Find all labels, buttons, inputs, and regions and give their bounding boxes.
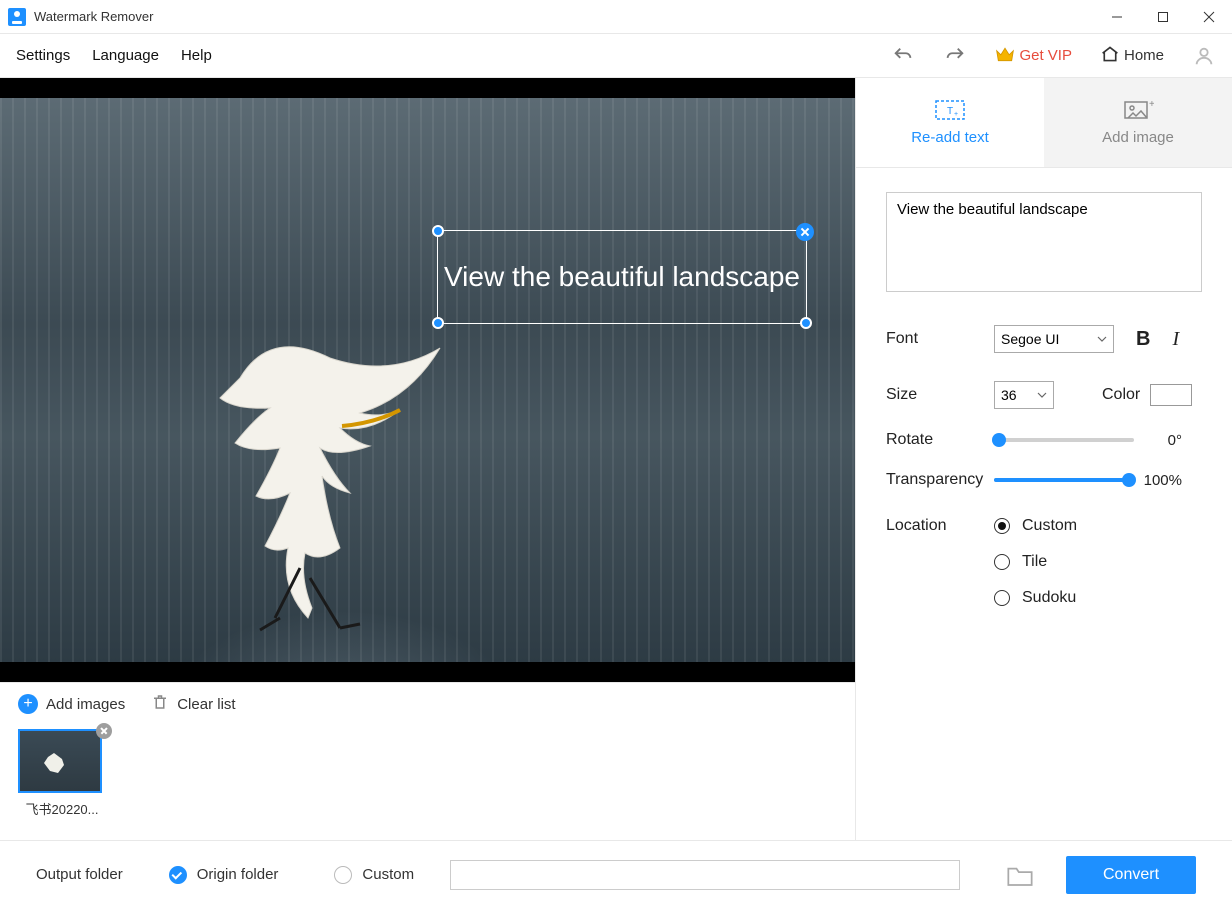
thumbnail-strip: + Add images Clear list 飞书20220... <box>0 682 855 840</box>
app-title: Watermark Remover <box>34 9 153 24</box>
trash-icon <box>151 693 169 715</box>
thumbnail-remove-button[interactable] <box>96 723 112 739</box>
color-swatch[interactable] <box>1150 384 1192 406</box>
transparency-slider[interactable] <box>994 478 1134 482</box>
thumbnail-name: 飞书20220... <box>18 799 106 818</box>
font-value: Segoe UI <box>1001 331 1059 347</box>
transparency-label: Transparency <box>886 471 994 489</box>
resize-handle-bl[interactable] <box>432 317 444 329</box>
transparency-slider-knob[interactable] <box>1122 473 1136 487</box>
svg-text:+: + <box>954 111 958 118</box>
bird-graphic <box>180 318 480 638</box>
watermark-text-input[interactable] <box>886 192 1202 292</box>
menu-settings[interactable]: Settings <box>16 47 70 64</box>
user-icon[interactable] <box>1192 44 1216 68</box>
delete-overlay-button[interactable] <box>796 223 814 241</box>
app-logo-icon <box>8 8 26 26</box>
maximize-button[interactable] <box>1140 1 1186 33</box>
vip-label: Get VIP <box>1019 47 1072 64</box>
output-path-input[interactable] <box>450 860 960 890</box>
svg-text:+: + <box>1149 99 1154 110</box>
clear-list-button[interactable]: Clear list <box>151 693 235 715</box>
tab-add-image[interactable]: + Add image <box>1044 78 1232 167</box>
location-sudoku-radio[interactable]: Sudoku <box>994 589 1077 607</box>
location-custom-radio[interactable]: Custom <box>994 517 1077 535</box>
image-tab-icon: + <box>1122 99 1154 121</box>
browse-folder-button[interactable] <box>1006 864 1034 886</box>
convert-button[interactable]: Convert <box>1066 856 1196 894</box>
text-tab-icon: T+ <box>934 99 966 121</box>
text-overlay-box[interactable]: View the beautiful landscape <box>437 230 807 324</box>
font-select[interactable]: Segoe UI <box>994 325 1114 353</box>
rotate-slider-knob[interactable] <box>992 433 1006 447</box>
size-value: 36 <box>1001 387 1017 403</box>
image-canvas[interactable]: View the beautiful landscape <box>0 78 855 682</box>
minimize-button[interactable] <box>1094 1 1140 33</box>
origin-folder-radio[interactable]: Origin folder <box>169 866 279 884</box>
tab-readd-text[interactable]: T+ Re-add text <box>856 78 1044 167</box>
clear-list-label: Clear list <box>177 696 235 713</box>
bold-button[interactable]: B <box>1136 328 1150 351</box>
home-icon <box>1100 45 1120 67</box>
menu-language[interactable]: Language <box>92 47 159 64</box>
custom-folder-radio[interactable]: Custom <box>334 866 414 884</box>
rotate-slider[interactable] <box>994 438 1134 442</box>
color-label: Color <box>1102 386 1140 404</box>
rotate-value: 0° <box>1134 432 1182 449</box>
resize-handle-br[interactable] <box>800 317 812 329</box>
font-label: Font <box>886 330 994 348</box>
location-tile-radio[interactable]: Tile <box>994 553 1077 571</box>
crown-icon <box>995 45 1015 67</box>
titlebar: Watermark Remover <box>0 0 1232 34</box>
svg-text:T: T <box>947 106 953 117</box>
size-select[interactable]: 36 <box>994 381 1054 409</box>
bottom-bar: Output folder Origin folder Custom Conve… <box>0 840 1232 908</box>
home-button[interactable]: Home <box>1100 45 1164 67</box>
close-button[interactable] <box>1186 1 1232 33</box>
thumbnail-image <box>18 729 102 793</box>
add-images-button[interactable]: + Add images <box>18 694 125 714</box>
tab-image-label: Add image <box>1102 129 1174 146</box>
location-label: Location <box>886 517 994 535</box>
tab-text-label: Re-add text <box>911 129 989 146</box>
home-label: Home <box>1124 47 1164 64</box>
overlay-text: View the beautiful landscape <box>444 261 800 293</box>
menu-help[interactable]: Help <box>181 47 212 64</box>
redo-button[interactable] <box>943 44 967 68</box>
undo-button[interactable] <box>891 44 915 68</box>
add-images-label: Add images <box>46 696 125 713</box>
get-vip-button[interactable]: Get VIP <box>995 45 1072 67</box>
transparency-value: 100% <box>1134 472 1182 489</box>
output-folder-label: Output folder <box>36 866 123 883</box>
resize-handle-tl[interactable] <box>432 225 444 237</box>
plus-icon: + <box>18 694 38 714</box>
rotate-label: Rotate <box>886 431 994 449</box>
size-label: Size <box>886 386 994 404</box>
thumbnail-item[interactable]: 飞书20220... <box>18 729 106 818</box>
side-panel: T+ Re-add text + Add image Font Segoe UI… <box>855 78 1232 840</box>
italic-button[interactable]: I <box>1172 328 1179 351</box>
menubar: Settings Language Help Get VIP Home <box>0 34 1232 78</box>
